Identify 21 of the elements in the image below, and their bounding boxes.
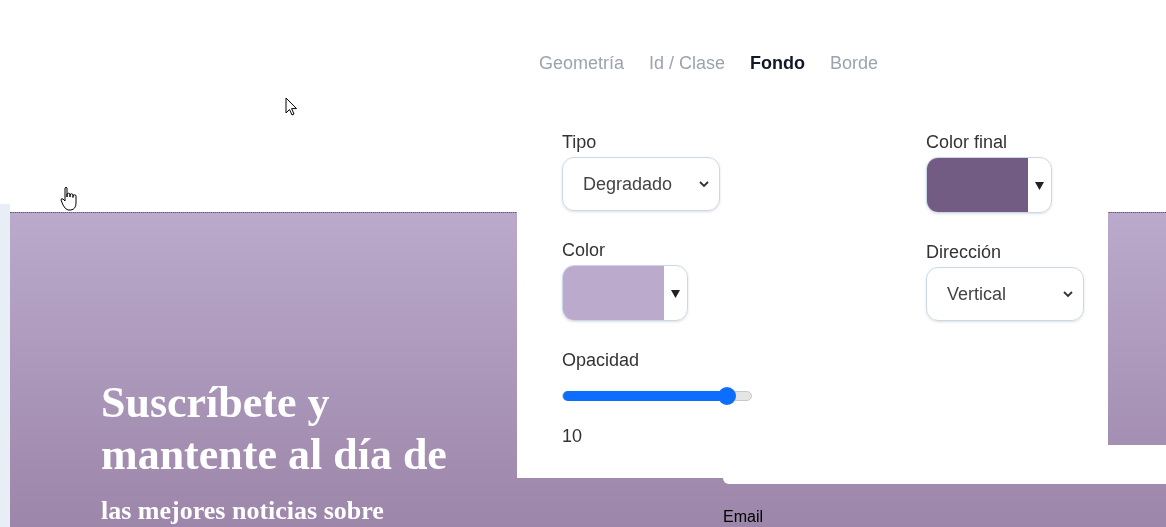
slider-value: 10 [562,425,584,448]
cursor-icon [285,97,298,116]
hand-cursor-icon [60,186,79,211]
field-label: Color final [926,131,1009,154]
slider-thumb[interactable] [717,387,736,405]
color-picker[interactable] [562,265,688,321]
color-picker[interactable] [926,157,1052,213]
hero-heading: Suscríbete y mantente al día de [101,377,448,481]
select-field[interactable]: Vertical [926,267,1084,321]
chevron-icon [1063,290,1073,298]
field-label: Tipo [562,131,598,154]
caret-icon [1035,180,1044,190]
email-label: Email [723,507,763,527]
panel-tab[interactable]: Fondo [750,50,806,77]
chevron-icon [699,180,709,188]
caret-icon [671,288,680,298]
field-label: Color [562,239,606,262]
field-label: Opacidad [562,349,641,372]
hero-subheading: las mejores noticias sobre [101,495,384,527]
select-field[interactable]: Degradado [562,157,720,211]
field-label: Dirección [926,241,1003,264]
